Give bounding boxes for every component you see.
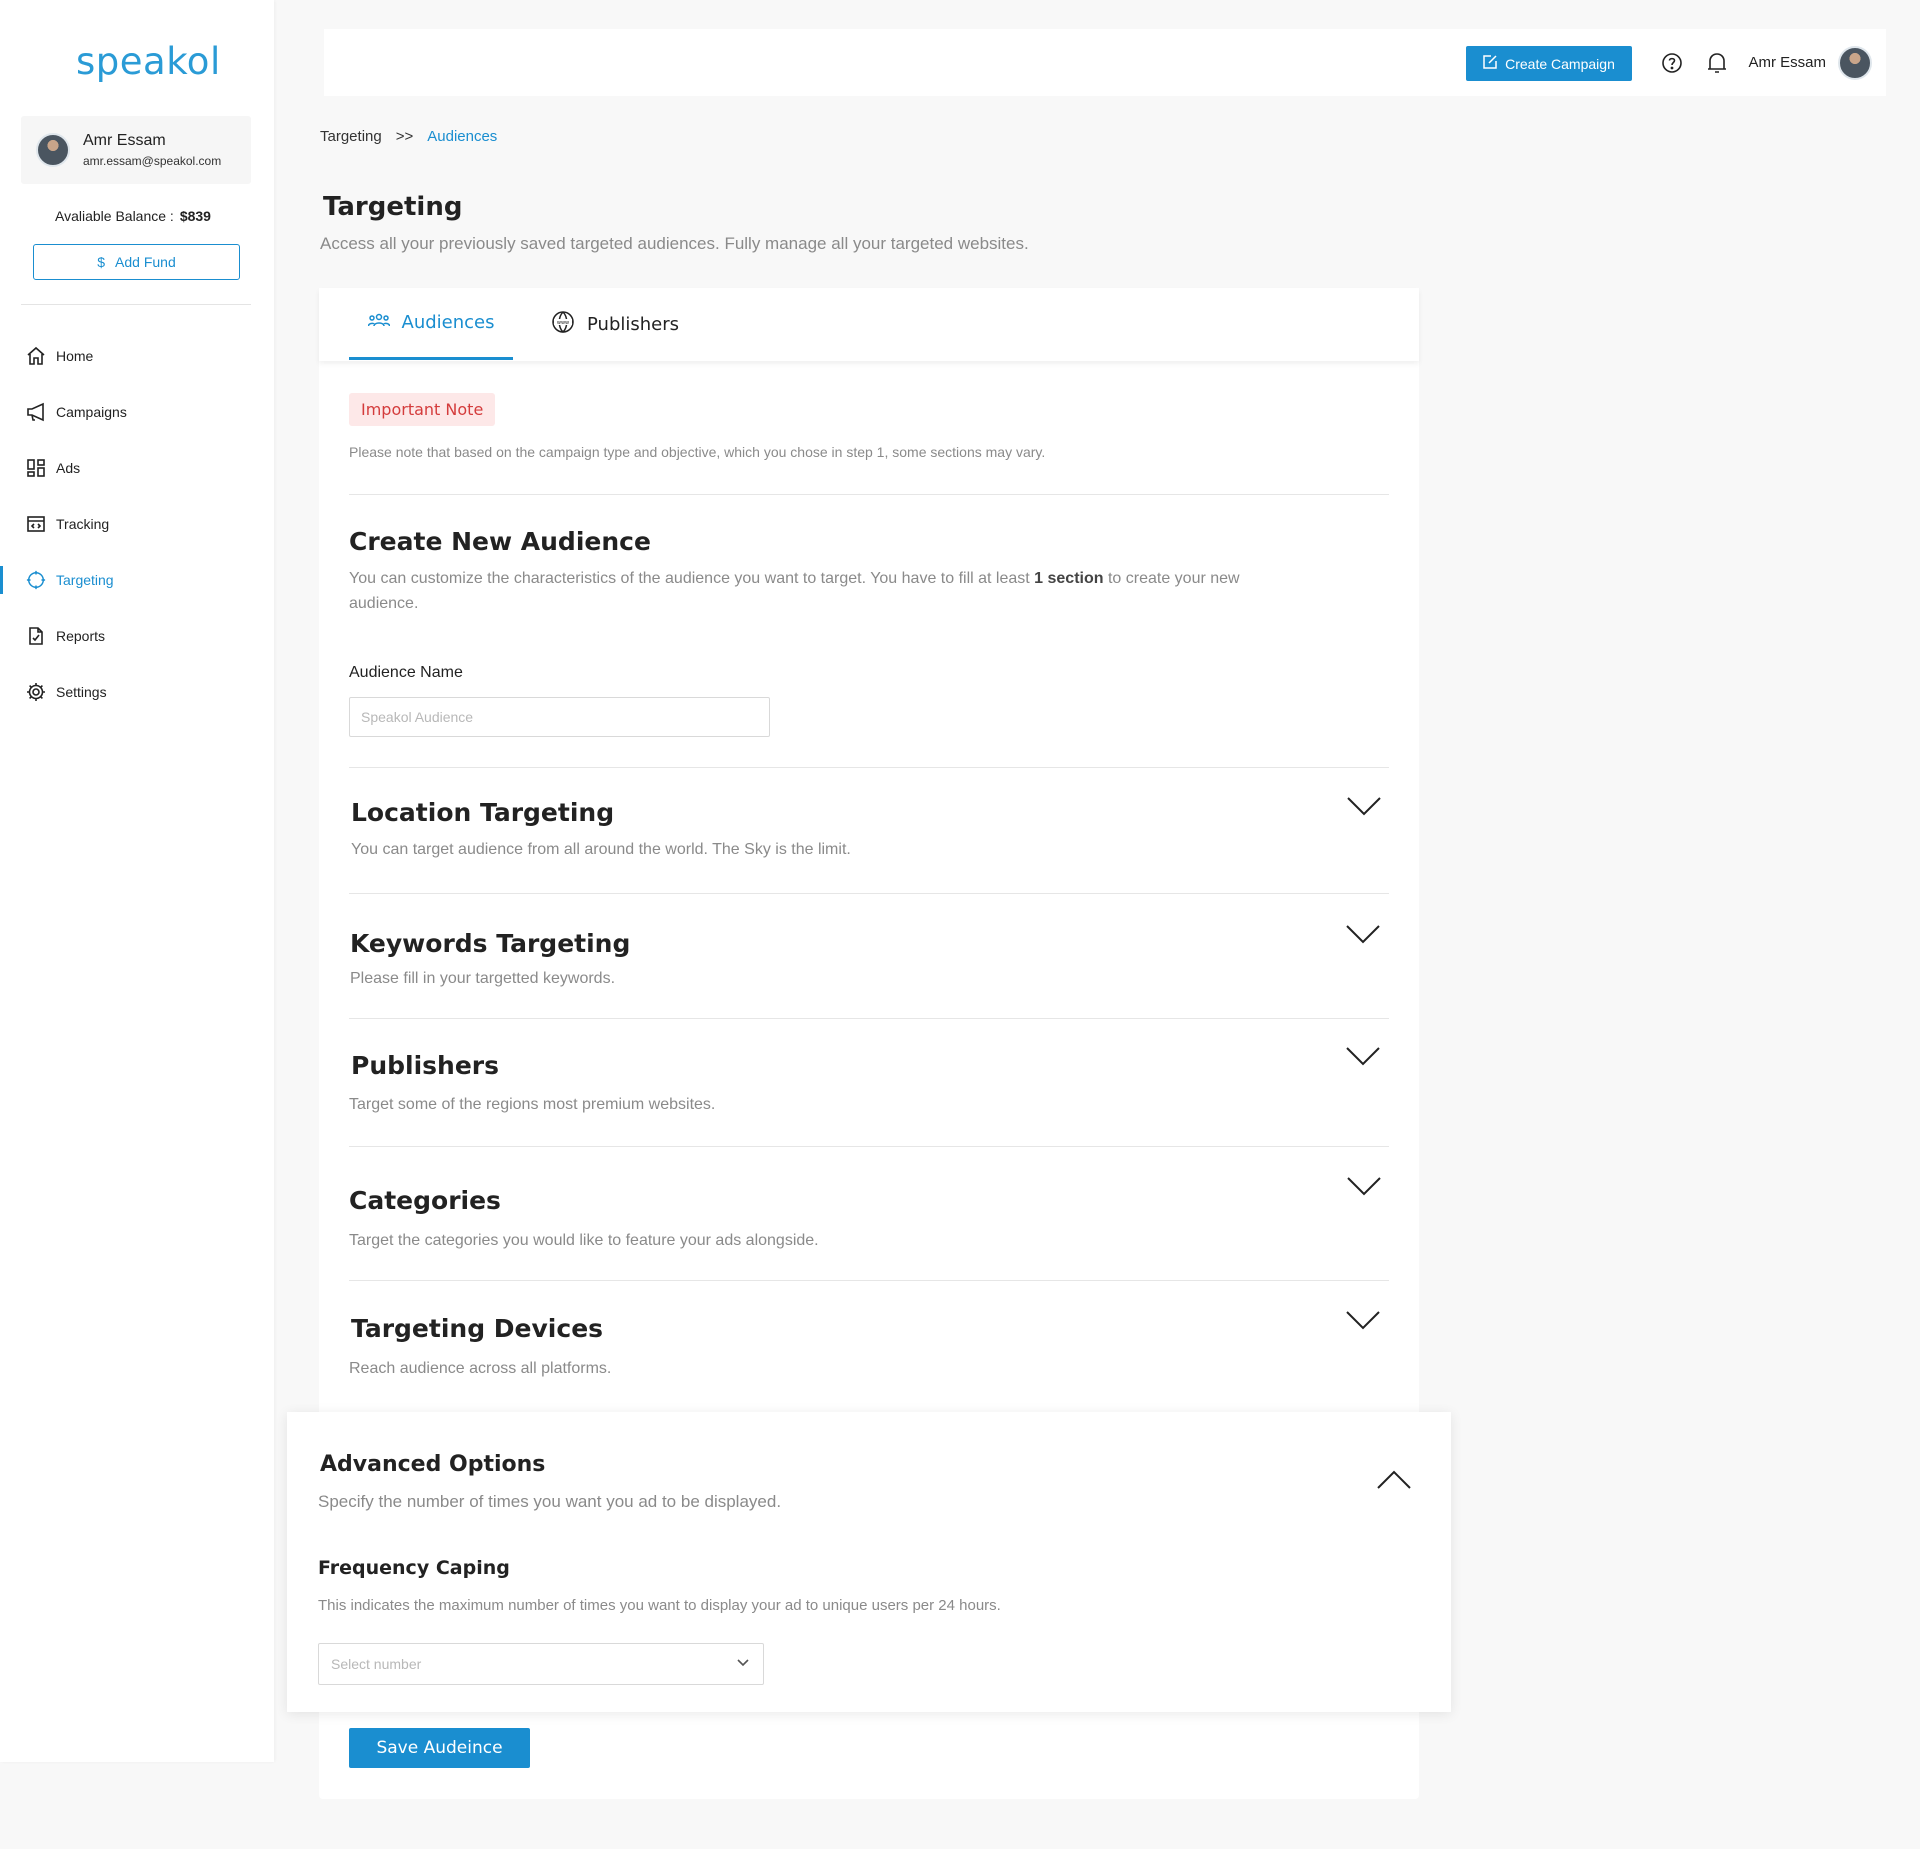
sidebar-item-reports[interactable]: Reports <box>0 608 274 664</box>
grid-icon <box>26 458 46 478</box>
section-subtitle: Target some of the regions most premium … <box>349 1096 716 1113</box>
frequency-select[interactable]: Select number <box>318 1643 764 1685</box>
speakol-logo[interactable]: speakol <box>76 40 221 83</box>
sidebar-item-settings[interactable]: Settings <box>0 664 274 720</box>
balance: Avaliable Balance : $839 <box>55 208 211 224</box>
people-icon <box>367 312 390 333</box>
divider <box>349 1018 1389 1019</box>
profile-card[interactable]: Amr Essam amr.essam@speakol.com <box>21 116 251 184</box>
section-title: Publishers <box>351 1051 499 1080</box>
balance-value: $839 <box>179 208 211 224</box>
section-subtitle: Please fill in your targetted keywords. <box>350 970 616 987</box>
chevron-down-icon[interactable] <box>1347 796 1381 816</box>
chevron-down-icon[interactable] <box>1346 1046 1380 1066</box>
crosshair-icon <box>26 570 46 590</box>
sidebar-item-ads[interactable]: Ads <box>0 440 274 496</box>
create-campaign-label: Create Campaign <box>1505 55 1615 72</box>
chevron-up-icon[interactable] <box>1377 1470 1411 1490</box>
breadcrumb-current: Audiences <box>427 128 498 145</box>
sidebar-nav: Home Campaigns Ads Tracking Targeting Re… <box>0 328 274 720</box>
add-fund-label: Add Fund <box>115 254 176 270</box>
section-subtitle: Reach audience across all platforms. <box>349 1360 612 1377</box>
sidebar-item-label: Campaigns <box>56 404 127 420</box>
advanced-options-title: Advanced Options <box>320 1452 546 1477</box>
breadcrumb: Targeting >> Audiences <box>320 128 497 145</box>
help-icon[interactable] <box>1661 52 1683 74</box>
dollar-icon: $ <box>97 254 106 270</box>
divider <box>349 767 1389 768</box>
divider <box>349 1280 1389 1281</box>
important-note-badge: Important Note <box>349 393 496 426</box>
sidebar-item-tracking[interactable]: Tracking <box>0 496 274 552</box>
page-title: Targeting <box>323 192 463 222</box>
audience-name-input[interactable] <box>349 697 770 737</box>
sidebar-item-campaigns[interactable]: Campaigns <box>0 384 274 440</box>
section-subtitle: You can target audience from all around … <box>351 841 851 858</box>
topbar: Create Campaign Amr Essam <box>324 29 1886 96</box>
advanced-options-panel: Advanced Options Specify the number of t… <box>287 1412 1451 1712</box>
tab-audiences[interactable]: Audiences <box>349 288 513 360</box>
advanced-options-subtitle: Specify the number of times you want you… <box>318 1492 782 1511</box>
sidebar-item-targeting[interactable]: Targeting <box>0 552 274 608</box>
section-title: Categories <box>349 1186 501 1215</box>
divider <box>349 1146 1389 1147</box>
chevron-down-icon[interactable] <box>1346 1310 1380 1330</box>
breadcrumb-parent[interactable]: Targeting <box>320 128 382 145</box>
edit-icon <box>1483 55 1497 72</box>
section-title: Location Targeting <box>351 798 615 827</box>
create-audience-title: Create New Audience <box>349 527 651 556</box>
sidebar-item-label: Tracking <box>56 516 110 532</box>
sidebar-item-label: Ads <box>56 460 81 476</box>
balance-label: Avaliable Balance : <box>55 208 174 224</box>
top-user-name[interactable]: Amr Essam <box>1748 54 1826 71</box>
sidebar-item-home[interactable]: Home <box>0 328 274 384</box>
section-subtitle: Target the categories you would like to … <box>349 1232 819 1249</box>
audience-name-label: Audience Name <box>349 664 463 681</box>
tab-bar: Audiences www Publishers <box>319 288 1419 361</box>
frequency-capping-label: Frequency Caping <box>318 1557 510 1579</box>
create-campaign-button[interactable]: Create Campaign <box>1466 46 1632 81</box>
sidebar-item-label: Home <box>56 348 94 364</box>
create-audience-sub-bold: 1 section <box>1034 570 1104 587</box>
chevron-down-icon[interactable] <box>1346 924 1380 944</box>
add-fund-button[interactable]: $ Add Fund <box>33 244 240 280</box>
section-title: Targeting Devices <box>351 1314 604 1343</box>
divider <box>349 893 1389 894</box>
section-title: Keywords Targeting <box>350 929 631 958</box>
select-placeholder: Select number <box>331 1656 422 1672</box>
sidebar-item-label: Targeting <box>56 572 114 588</box>
frequency-capping-text: This indicates the maximum number of tim… <box>318 1597 1001 1614</box>
profile-name: Amr Essam <box>83 132 166 149</box>
gear-icon <box>26 682 46 702</box>
profile-email: amr.essam@speakol.com <box>83 154 222 168</box>
sidebar-item-label: Settings <box>56 684 107 700</box>
bell-icon[interactable] <box>1706 51 1728 75</box>
chevron-down-icon[interactable] <box>1347 1176 1381 1196</box>
important-note-text: Please note that based on the campaign t… <box>349 444 1046 460</box>
www-icon: www <box>551 310 575 339</box>
chevron-down-icon <box>737 1659 749 1667</box>
divider <box>349 494 1389 495</box>
sidebar-divider <box>21 304 251 305</box>
home-icon <box>26 346 46 366</box>
sidebar-item-label: Reports <box>56 628 106 644</box>
avatar <box>36 133 70 167</box>
breadcrumb-separator: >> <box>395 128 414 145</box>
create-audience-sub-text: You can customize the characteristics of… <box>349 570 1035 587</box>
megaphone-icon <box>26 402 46 422</box>
tab-publishers[interactable]: www Publishers <box>551 288 679 360</box>
create-audience-subtitle: You can customize the characteristics of… <box>349 566 1309 616</box>
sidebar: speakol Amr Essam amr.essam@speakol.com … <box>0 0 274 1762</box>
avatar[interactable] <box>1838 46 1872 80</box>
tab-label: Audiences <box>401 312 495 333</box>
code-window-icon <box>26 514 46 534</box>
save-audience-button[interactable]: Save Audeince <box>349 1728 530 1768</box>
svg-text:www: www <box>557 320 569 326</box>
page-subtitle: Access all your previously saved targete… <box>320 234 1029 253</box>
report-icon <box>26 626 46 646</box>
tab-label: Publishers <box>587 313 680 335</box>
